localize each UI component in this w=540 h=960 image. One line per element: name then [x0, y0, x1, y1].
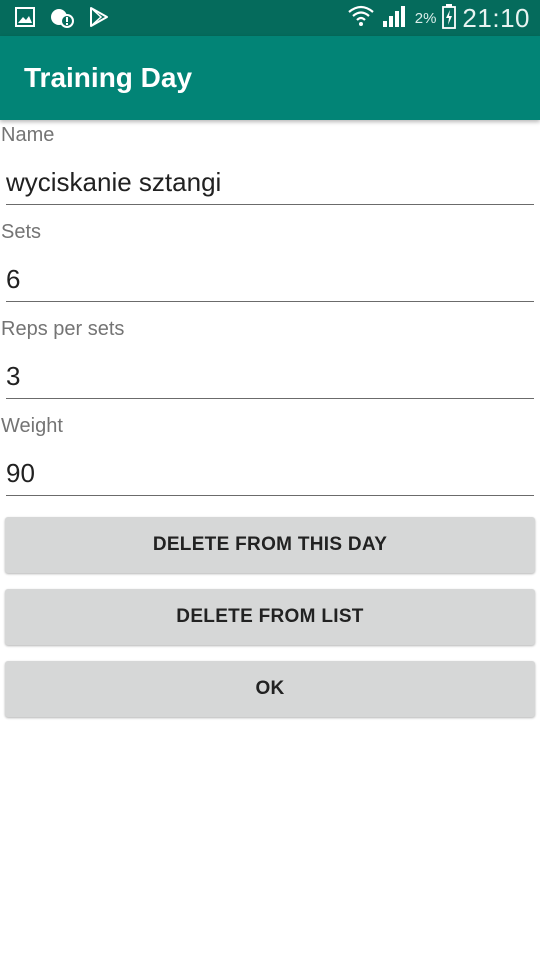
name-field[interactable] — [6, 161, 534, 205]
sets-field[interactable] — [6, 258, 534, 302]
delete-from-day-button[interactable]: DELETE FROM THIS DAY — [5, 517, 535, 573]
status-bar: 2% 21:10 — [0, 0, 540, 36]
reps-field[interactable] — [6, 355, 534, 399]
battery-percent: 2% — [414, 9, 437, 27]
sets-label: Sets — [1, 221, 42, 243]
page-title: Training Day — [24, 62, 193, 93]
name-label: Name — [1, 124, 55, 146]
wifi-icon — [347, 3, 375, 34]
weight-label: Weight — [1, 415, 63, 437]
gallery-icon — [14, 6, 36, 33]
notification-icons — [14, 6, 110, 33]
weight-field[interactable] — [6, 452, 534, 496]
signal-icon — [381, 3, 409, 34]
ok-button[interactable]: OK — [5, 661, 535, 717]
notification-icon — [50, 6, 74, 33]
battery-icon — [442, 3, 457, 34]
delete-from-list-button[interactable]: DELETE FROM LIST — [5, 589, 535, 645]
play-store-icon — [88, 6, 110, 33]
app-bar: Training Day — [0, 36, 540, 120]
reps-label: Reps per sets — [1, 318, 125, 340]
clock: 21:10 — [462, 2, 530, 33]
system-icons: 2% 21:10 — [347, 0, 530, 36]
